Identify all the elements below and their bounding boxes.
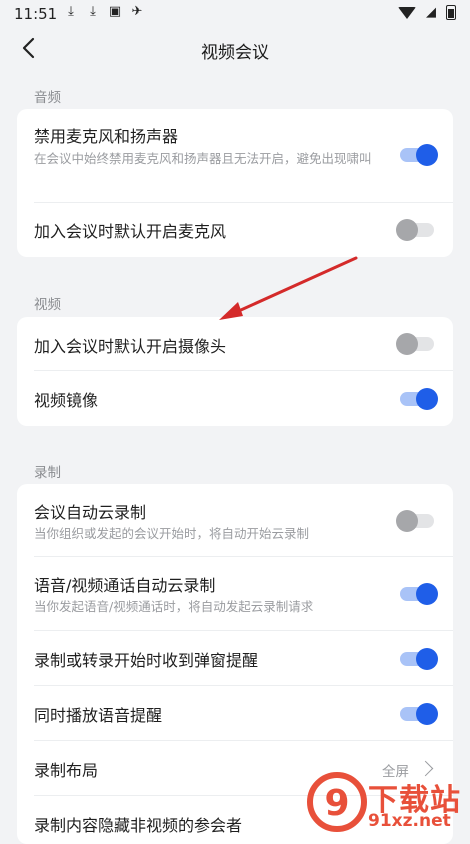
section-label-record: 录制	[34, 465, 61, 481]
setting-title: 录制布局	[34, 761, 99, 780]
signal-icon: ◢	[426, 4, 436, 20]
battery-icon	[446, 5, 456, 20]
setting-description: 当你组织或发起的会议开始时，将自动开始云录制	[34, 526, 310, 541]
setting-row-default-camera-on[interactable]: 加入会议时默认开启摄像头	[34, 317, 453, 371]
setting-row-default-mic-on[interactable]: 加入会议时默认开启麦克风	[34, 203, 453, 257]
settings-card-video: 加入会议时默认开启摄像头 视频镜像	[17, 317, 453, 426]
setting-title: 同时播放语音提醒	[34, 706, 163, 725]
setting-title: 加入会议时默认开启摄像头	[34, 337, 227, 356]
setting-row-auto-cloud-record[interactable]: 会议自动云录制 当你组织或发起的会议开始时，将自动开始云录制	[34, 484, 453, 557]
watermark-logo-icon: 9	[307, 772, 367, 832]
settings-card-audio: 禁用麦克风和扬声器 在会议中始终禁用麦克风和扬声器且无法开启，避免出现啸叫 加入…	[17, 109, 453, 257]
setting-row-disable-mic-speaker[interactable]: 禁用麦克风和扬声器 在会议中始终禁用麦克风和扬声器且无法开启，避免出现啸叫	[34, 109, 453, 203]
toggle-knob	[416, 703, 438, 725]
toggle-switch[interactable]	[400, 144, 438, 166]
toggle-knob	[416, 583, 438, 605]
section-label-video: 视频	[34, 297, 61, 313]
page-title: 视频会议	[201, 43, 269, 63]
toggle-switch[interactable]	[396, 219, 434, 241]
setting-title: 视频镜像	[34, 391, 99, 410]
status-system-icons: ◢	[398, 5, 456, 20]
wifi-icon	[398, 6, 416, 19]
setting-title: 语音/视频通话自动云录制	[34, 576, 216, 595]
toggle-switch[interactable]	[396, 510, 434, 532]
setting-description: 在会议中始终禁用麦克风和扬声器且无法开启，避免出现啸叫	[34, 151, 372, 166]
setting-row-video-mirror[interactable]: 视频镜像	[34, 371, 453, 426]
section-label-audio: 音频	[34, 90, 61, 106]
toggle-knob	[416, 648, 438, 670]
status-notification-icons: ⤓ ⤓ ▣ ✈	[64, 5, 144, 19]
setting-description: 当你发起语音/视频通话时，将自动发起云录制请求	[34, 599, 314, 614]
setting-row-call-auto-cloud-record[interactable]: 语音/视频通话自动云录制 当你发起语音/视频通话时，将自动发起云录制请求	[34, 557, 453, 631]
app-notification-icon: ▣	[108, 4, 122, 19]
toggle-knob	[416, 144, 438, 166]
toggle-knob	[396, 510, 418, 532]
setting-title: 禁用麦克风和扬声器	[34, 127, 179, 146]
setting-title: 加入会议时默认开启麦克风	[34, 222, 227, 241]
bird-icon: ✈	[131, 4, 143, 19]
toggle-switch[interactable]	[400, 703, 438, 725]
toggle-switch[interactable]	[400, 648, 438, 670]
status-time: 11:51	[14, 5, 58, 23]
toggle-knob	[396, 333, 418, 355]
setting-title: 会议自动云录制	[34, 503, 147, 522]
top-nav-bar: 视频会议	[0, 28, 470, 70]
setting-row-record-popup-reminder[interactable]: 录制或转录开始时收到弹窗提醒	[34, 631, 453, 686]
site-watermark: 9 下载站 91xz.net	[306, 771, 466, 833]
download-icon: ⤓	[68, 4, 74, 19]
setting-row-voice-reminder[interactable]: 同时播放语音提醒	[34, 686, 453, 741]
toggle-switch[interactable]	[400, 388, 438, 410]
status-bar: 11:51 ⤓ ⤓ ▣ ✈ ◢	[0, 0, 470, 28]
setting-title: 录制内容隐藏非视频的参会者	[34, 816, 243, 835]
toggle-knob	[416, 388, 438, 410]
annotation-arrow-shaft	[230, 256, 358, 316]
toggle-switch[interactable]	[400, 583, 438, 605]
svg-text:9: 9	[324, 783, 349, 824]
watermark-url: 91xz.net	[368, 811, 451, 831]
download-icon: ⤓	[90, 4, 96, 19]
setting-title: 录制或转录开始时收到弹窗提醒	[34, 651, 259, 670]
toggle-knob	[396, 219, 418, 241]
toggle-switch[interactable]	[396, 333, 434, 355]
